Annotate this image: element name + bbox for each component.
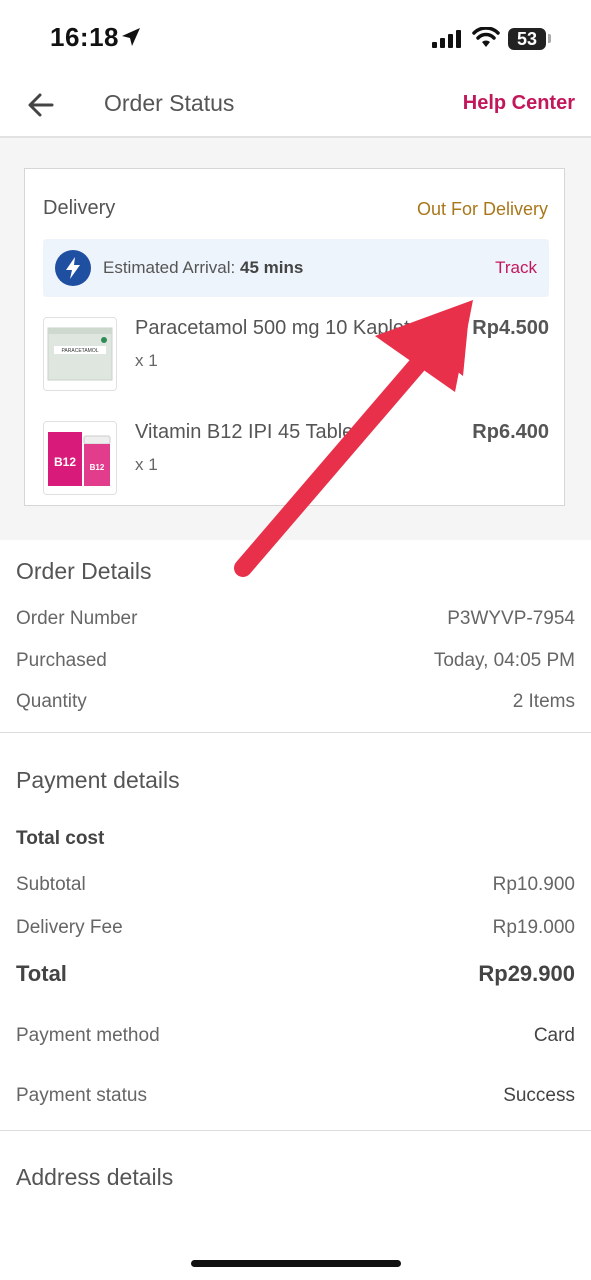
paracetamol-box-image: PARACETAMOL [47,327,113,381]
wifi-icon [472,27,500,47]
row-label: Delivery Fee [16,917,123,938]
row-label: Purchased [16,650,107,671]
estimated-arrival-bar: Estimated Arrival: 45 mins Track [43,239,549,297]
total-label: Total [16,961,67,986]
payment-method-value: Card [533,1025,575,1046]
svg-text:B12: B12 [90,463,105,472]
row-label: Quantity [16,691,87,712]
list-item[interactable]: B12 B12 Vitamin B12 IPI 45 Tablet x 1 Rp… [43,421,549,497]
battery-level: 53 [516,29,538,49]
subtotal-row: Subtotal Rp10.900 [16,874,575,904]
divider [0,732,591,733]
subtotal-value: Rp10.900 [492,874,575,895]
list-item[interactable]: PARACETAMOL Paracetamol 500 mg 10 Kaplet… [43,317,549,393]
product-quantity: x 1 [135,455,158,474]
location-arrow-icon [122,28,140,46]
total-cost-heading: Total cost [16,828,575,858]
quantity-row: Quantity 2 Items [16,691,575,721]
clock: 16:18 [50,22,119,52]
total-value: Rp29.900 [478,961,575,986]
eta-label: Estimated Arrival: [103,258,236,277]
product-name: Paracetamol 500 mg 10 Kaplet [135,317,410,339]
product-image: PARACETAMOL [43,317,117,391]
purchased-value: Today, 04:05 PM [433,650,575,671]
row-label: Order Number [16,608,138,629]
track-link[interactable]: Track [495,258,537,278]
row-label: Subtotal [16,874,86,895]
eta-value: 45 mins [240,258,304,277]
row-label: Payment status [16,1085,147,1106]
vitamin-b12-box-image: B12 B12 [48,432,111,486]
total-row: Total Rp29.900 [16,961,575,991]
quantity-value: 2 Items [512,691,575,712]
delivery-title: Delivery [43,197,116,219]
app-header: Order Status Help Center [0,76,591,138]
product-price: Rp6.400 [472,421,549,443]
lightning-bolt-icon [55,250,91,286]
delivery-fee-row: Delivery Fee Rp19.000 [16,917,575,947]
purchased-row: Purchased Today, 04:05 PM [16,650,575,680]
payment-details-title: Payment details [16,767,180,793]
estimated-arrival-text: Estimated Arrival: 45 mins [103,258,303,278]
home-indicator [191,1260,401,1267]
page-title: Order Status [104,90,235,116]
cellular-signal-icon [432,30,461,48]
battery-nub [548,34,551,43]
delivery-card: Delivery Out For Delivery Estimated Arri… [24,168,565,506]
product-quantity: x 1 [135,351,158,370]
order-number-value: P3WYVP-7954 [447,608,575,629]
svg-text:B12: B12 [54,455,76,469]
battery-indicator: 53 [508,28,546,50]
address-details-title: Address details [16,1164,174,1190]
product-price: Rp4.500 [468,317,549,340]
svg-text:PARACETAMOL: PARACETAMOL [61,348,98,354]
delivery-fee-value: Rp19.000 [492,917,575,938]
order-details-title: Order Details [16,558,152,584]
status-bar: 16:18 53 [0,0,591,76]
help-center-link[interactable]: Help Center [463,92,575,115]
total-cost-label: Total cost [16,828,105,849]
payment-status-row: Payment status Success [16,1085,575,1115]
back-arrow-icon[interactable] [26,90,56,120]
divider [0,1130,591,1131]
payment-status-value: Success [503,1085,575,1106]
payment-method-row: Payment method Card [16,1025,575,1055]
product-image: B12 B12 [43,421,117,495]
order-number-row: Order Number P3WYVP-7954 [16,608,575,638]
row-label: Payment method [16,1025,160,1046]
delivery-status-badge: Out For Delivery [416,199,548,219]
product-name: Vitamin B12 IPI 45 Tablet [135,421,359,443]
